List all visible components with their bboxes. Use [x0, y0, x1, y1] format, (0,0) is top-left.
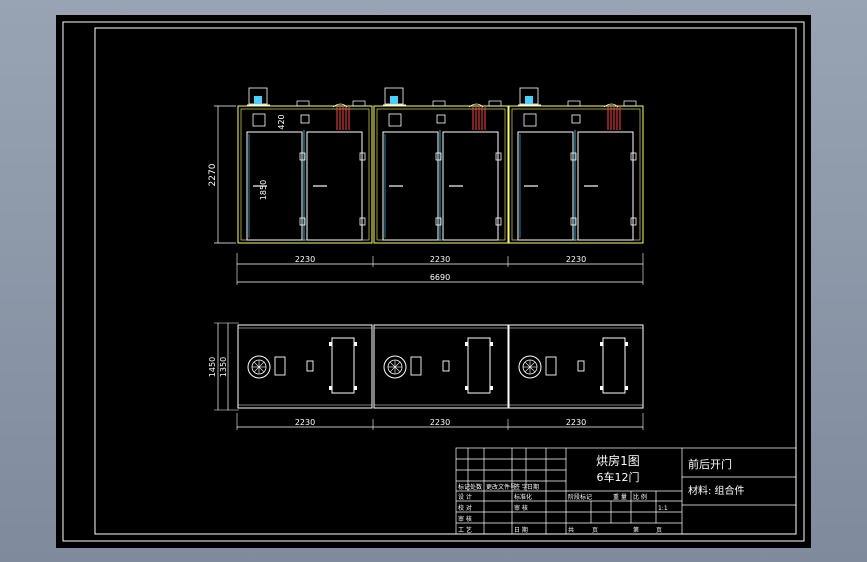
- top-module-width-1: 2230: [295, 418, 315, 427]
- title-block-label: 第: [633, 526, 639, 534]
- part-name: 前后开门: [688, 457, 732, 471]
- title-block-label: 处数: [470, 483, 482, 491]
- front-module-3: [508, 87, 644, 244]
- vent-icon: [623, 100, 637, 107]
- title-block-label: 标记: [458, 483, 470, 491]
- title-block-label: 页: [656, 527, 662, 534]
- title-block-label: 阶段标记: [568, 493, 592, 501]
- front-module-width-3: 2230: [566, 255, 586, 264]
- exhaust-icon: [306, 360, 314, 372]
- fan-blade: [524, 366, 531, 373]
- title-block-label: 日 期: [514, 526, 528, 534]
- title-block-label: 页: [592, 527, 598, 534]
- fan-blade: [258, 361, 265, 368]
- bracket-icon: [329, 386, 332, 390]
- fan-icon: [436, 114, 446, 124]
- title-block-label: 审 核: [514, 504, 528, 512]
- front-module-width-2: 2230: [430, 255, 450, 264]
- depth-outer-label: 1450: [208, 357, 217, 377]
- bracket-icon: [465, 342, 468, 346]
- front-elevation-view: 2270 1850 420 2230 2230 2230 6690: [208, 87, 644, 285]
- exhaust-icon: [442, 360, 450, 372]
- vent-icon: [296, 100, 310, 107]
- title-line-2: 6车12门: [597, 470, 640, 484]
- bracket-icon: [354, 342, 357, 346]
- control-box-icon: [523, 113, 537, 127]
- heater-box-icon: [467, 337, 491, 394]
- bracket-icon: [465, 386, 468, 390]
- fan-blade: [394, 366, 401, 373]
- cad-viewer-background: 2270 1850 420 2230 2230 2230 6690 1450 1…: [0, 0, 867, 562]
- control-box-icon: [252, 113, 266, 127]
- bracket-icon: [600, 386, 603, 390]
- top-plan-view: 1450 1350 2230 2230 2230: [208, 322, 644, 430]
- bracket-icon: [329, 342, 332, 346]
- title-block-label: 1:1: [658, 505, 668, 512]
- bracket-icon: [490, 342, 493, 346]
- bracket-icon: [490, 386, 493, 390]
- motor-body: [390, 96, 398, 104]
- title-block-text: 烘房1图 6车12门 前后开门 材料: 组合件 标记 处数 更改文件号签 字日期设 …: [458, 453, 745, 534]
- motor-body: [525, 96, 533, 104]
- fan-gap-dim-label: 420: [277, 114, 286, 129]
- vent-icon: [488, 100, 502, 107]
- fan-blade: [389, 361, 396, 368]
- title-block-label: 更改文件号: [486, 483, 516, 491]
- top-module-3: [508, 324, 644, 409]
- bracket-icon: [354, 386, 357, 390]
- fan-blade: [394, 361, 401, 368]
- bracket-icon: [600, 342, 603, 346]
- title-block-label: 重 量: [613, 493, 627, 501]
- heater-box-icon: [602, 337, 626, 394]
- fan-blade: [389, 366, 396, 373]
- title-block-label: 比 例: [633, 493, 647, 501]
- control-box-icon: [388, 113, 402, 127]
- top-module-width-3: 2230: [566, 418, 586, 427]
- bracket-icon: [625, 386, 628, 390]
- vent-icon: [352, 100, 366, 107]
- front-module-1: [237, 87, 373, 244]
- title-block-label: 工 艺: [458, 526, 472, 534]
- fan-icon: [571, 114, 581, 124]
- title-block-label: 审 核: [458, 515, 472, 523]
- top-module-2: [373, 324, 509, 409]
- exhaust-icon: [577, 360, 585, 372]
- title-block-label: 签 字: [514, 483, 528, 491]
- vent-box-icon: [545, 356, 557, 376]
- fan-blade: [258, 366, 265, 373]
- fan-blade: [253, 361, 260, 368]
- fan-blade: [529, 361, 536, 368]
- door-height-dim-label: 1850: [259, 180, 268, 200]
- vent-icon: [567, 100, 581, 107]
- vent-box-icon: [410, 356, 422, 376]
- fan-blade: [524, 361, 531, 368]
- motor-body: [254, 96, 262, 104]
- vent-icon: [432, 100, 446, 107]
- fan-blade: [529, 366, 536, 373]
- heater-box-icon: [331, 337, 355, 394]
- title-block-label: 标准化: [514, 493, 532, 501]
- title-block-label: 共: [568, 526, 574, 534]
- top-module-1: [237, 324, 373, 409]
- height-dim-label: 2270: [208, 163, 218, 186]
- title-block-label: 校 对: [458, 504, 472, 512]
- material-label: 材料: 组合件: [688, 484, 745, 497]
- title-block-label: 日期: [527, 483, 539, 491]
- title-line-1: 烘房1图: [596, 453, 640, 468]
- front-module-width-1: 2230: [295, 255, 315, 264]
- fan-icon: [300, 114, 310, 124]
- front-module-2: [373, 87, 509, 244]
- fan-blade: [253, 366, 260, 373]
- bracket-icon: [625, 342, 628, 346]
- depth-inner-label: 1350: [219, 357, 228, 377]
- cad-drawing: 2270 1850 420 2230 2230 2230 6690 1450 1…: [62, 21, 805, 542]
- vent-box-icon: [274, 356, 286, 376]
- overall-width-label: 6690: [430, 273, 450, 282]
- top-module-width-2: 2230: [430, 418, 450, 427]
- title-block-label: 设 计: [458, 493, 472, 501]
- drawing-sheet[interactable]: 2270 1850 420 2230 2230 2230 6690 1450 1…: [56, 15, 811, 548]
